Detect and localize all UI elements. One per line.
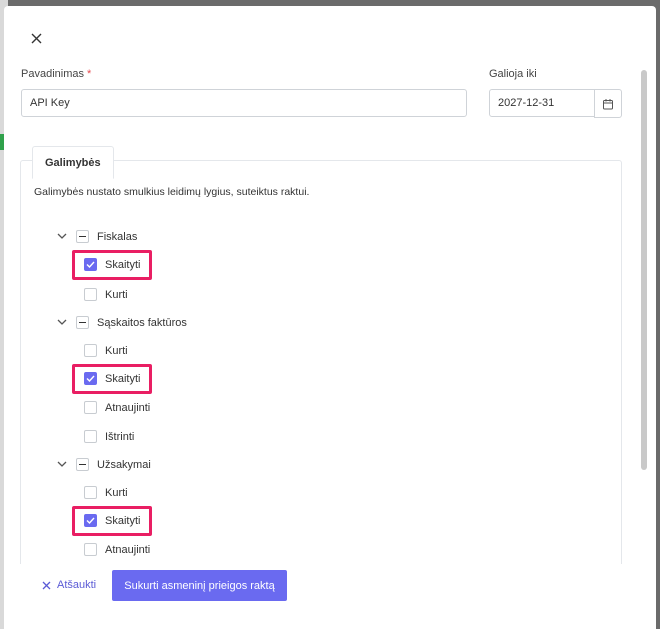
tab-permissions[interactable]: Galimybės xyxy=(32,146,114,179)
permission-item: Atnaujinti xyxy=(84,543,150,556)
close-icon xyxy=(42,581,51,589)
valid-until-input[interactable]: 2027-12-31 xyxy=(489,89,595,117)
permission-item: Skaityti xyxy=(84,514,140,527)
chevron-down-icon[interactable] xyxy=(56,459,68,471)
group-checkbox[interactable] xyxy=(76,316,89,329)
group-orders: Užsakymai xyxy=(56,458,151,471)
checkbox[interactable] xyxy=(84,430,97,443)
name-label: Pavadinimas * xyxy=(21,68,91,80)
group-invoices: Sąskaitos faktūros xyxy=(56,316,187,329)
checkbox-checked[interactable] xyxy=(84,258,97,271)
cancel-button[interactable]: Atšaukti xyxy=(42,579,96,591)
checkbox[interactable] xyxy=(84,344,97,357)
permission-label: Skaityti xyxy=(105,372,141,385)
checkbox-checked[interactable] xyxy=(84,514,97,527)
scrollbar[interactable] xyxy=(641,70,647,470)
permission-label: Skaityti xyxy=(105,258,141,271)
name-label-text: Pavadinimas xyxy=(21,68,84,80)
checkbox-checked[interactable] xyxy=(84,372,97,385)
permission-item: Kurti xyxy=(84,288,128,301)
permission-label: Kurti xyxy=(105,344,128,357)
permission-item: Skaityti xyxy=(84,258,140,271)
create-api-key-modal: Pavadinimas * API Key Galioja iki 2027-1… xyxy=(4,6,656,629)
group-checkbox[interactable] xyxy=(76,230,89,243)
permissions-description: Galimybės nustato smulkius leidimų lygiu… xyxy=(34,186,310,198)
checkbox[interactable] xyxy=(84,486,97,499)
name-input-value: API Key xyxy=(30,97,70,109)
permission-item: Ištrinti xyxy=(84,430,134,443)
permission-label: Ištrinti xyxy=(105,430,135,443)
group-label: Užsakymai xyxy=(97,458,151,471)
permission-label: Skaityti xyxy=(105,514,141,527)
chevron-down-icon[interactable] xyxy=(56,231,68,243)
permission-label: Atnaujinti xyxy=(105,401,151,414)
checkbox[interactable] xyxy=(84,401,97,414)
permission-label: Kurti xyxy=(105,288,128,301)
permission-item: Atnaujinti xyxy=(84,401,150,414)
modal-footer xyxy=(4,564,656,629)
name-input[interactable]: API Key xyxy=(21,89,467,117)
group-fiskalas: Fiskalas xyxy=(56,230,137,243)
valid-until-label: Galioja iki xyxy=(489,68,537,80)
chevron-down-icon[interactable] xyxy=(56,317,68,329)
permission-label: Atnaujinti xyxy=(105,543,151,556)
valid-until-value: 2027-12-31 xyxy=(498,97,555,109)
required-mark: * xyxy=(87,68,92,80)
calendar-icon[interactable] xyxy=(594,89,622,118)
permission-item: Kurti xyxy=(84,344,128,357)
close-icon[interactable] xyxy=(26,28,46,48)
cancel-label: Atšaukti xyxy=(57,579,97,591)
create-key-button[interactable]: Sukurti asmeninį prieigos raktą xyxy=(112,570,287,601)
group-checkbox[interactable] xyxy=(76,458,89,471)
permission-label: Kurti xyxy=(105,486,128,499)
group-label: Fiskalas xyxy=(97,230,138,243)
checkbox[interactable] xyxy=(84,288,97,301)
permission-item: Kurti xyxy=(84,486,128,499)
group-label: Sąskaitos faktūros xyxy=(97,316,187,329)
permission-item: Skaityti xyxy=(84,372,140,385)
checkbox[interactable] xyxy=(84,543,97,556)
